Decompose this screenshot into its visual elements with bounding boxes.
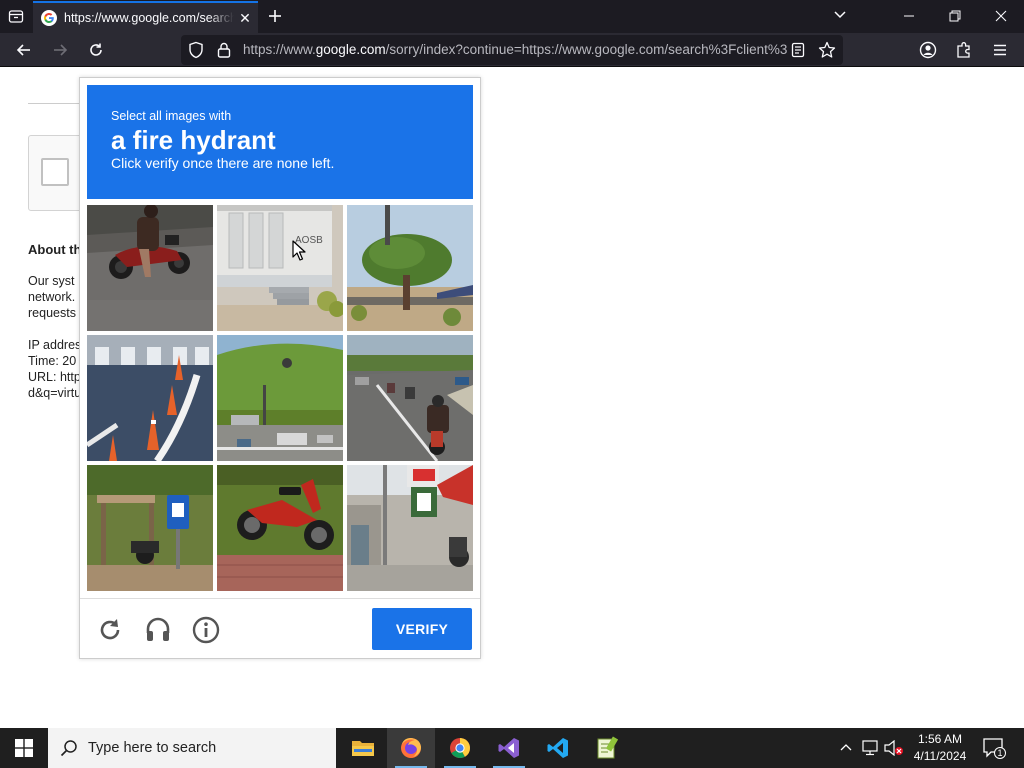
clock-time: 1:56 AM	[917, 732, 963, 746]
image-tile[interactable]	[347, 335, 473, 461]
search-placeholder: Type here to search	[88, 740, 217, 756]
chevron-down-icon	[834, 11, 846, 19]
file-explorer-taskbar-button[interactable]	[339, 728, 387, 768]
image-grid: AOSB	[87, 205, 473, 591]
arrow-right-icon	[54, 44, 68, 56]
challenge-footer: VERIFY	[80, 598, 480, 658]
tab-title: https://www.google.com/search?client=fir…	[64, 11, 234, 25]
visual-studio-taskbar-button[interactable]	[485, 728, 533, 768]
chrome-icon	[450, 738, 471, 759]
notepad-plus-plus-taskbar-button[interactable]	[583, 728, 631, 768]
chrome-taskbar-button[interactable]	[436, 728, 484, 768]
image-tile[interactable]	[347, 205, 473, 331]
browser-tab-bar: https://www.google.com/search?client=fir…	[0, 0, 1024, 33]
network-icon[interactable]	[860, 738, 880, 758]
image-tile[interactable]: AOSB	[217, 205, 343, 331]
image-tile[interactable]	[87, 465, 213, 591]
address-bar[interactable]: https://www.google.com/sorry/index?conti…	[181, 35, 843, 65]
instruction-sub: Click verify once there are none left.	[111, 155, 335, 171]
verify-button[interactable]: VERIFY	[372, 608, 472, 650]
tab-list-icon	[8, 10, 24, 23]
volume-muted-icon[interactable]	[884, 738, 904, 758]
recaptcha-challenge-dialog: Select all images with a fire hydrant Cl…	[79, 77, 481, 659]
new-tab-button[interactable]	[264, 5, 286, 27]
start-button[interactable]	[0, 728, 48, 768]
arrow-left-icon	[16, 44, 30, 56]
active-tab[interactable]: https://www.google.com/search?client=fir…	[33, 1, 258, 33]
tab-list-button[interactable]	[4, 4, 28, 28]
vscode-taskbar-button[interactable]	[534, 728, 582, 768]
navigation-toolbar: https://www.google.com/sorry/index?conti…	[0, 33, 1024, 67]
visual-studio-icon	[498, 738, 519, 758]
about-heading: About th	[28, 242, 82, 257]
lock-icon[interactable]	[217, 41, 231, 64]
extensions-button[interactable]	[951, 37, 977, 63]
clock-date: 4/11/2024	[913, 749, 967, 763]
url-text[interactable]: https://www.google.com/sorry/index?conti…	[243, 42, 788, 57]
reload-challenge-icon[interactable]	[95, 615, 125, 645]
windows-logo-icon	[15, 739, 33, 757]
list-all-tabs-button[interactable]	[832, 6, 850, 26]
info-line: Time: 20	[28, 354, 77, 368]
image-tile[interactable]	[87, 335, 213, 461]
search-icon	[60, 740, 77, 757]
action-center-button[interactable]: 1	[982, 738, 1006, 759]
firefox-icon	[401, 738, 421, 758]
tracking-protection-shield-icon[interactable]	[188, 41, 204, 64]
info-line: URL: http	[28, 370, 81, 384]
about-para-line: requests	[28, 306, 76, 320]
plus-icon	[269, 10, 281, 22]
back-button[interactable]	[11, 37, 37, 63]
reader-view-icon[interactable]	[790, 42, 806, 63]
info-help-icon[interactable]	[191, 615, 221, 645]
puzzle-icon	[957, 42, 970, 58]
notification-count-badge: 1	[994, 747, 1006, 759]
vscode-icon	[547, 738, 568, 758]
recaptcha-checkbox[interactable]	[41, 158, 69, 186]
clock[interactable]: 1:56 AM 4/11/2024	[906, 731, 974, 765]
about-para-line: Our syst	[28, 274, 75, 288]
close-icon	[995, 10, 1007, 22]
taskbar-search-box[interactable]: Type here to search	[48, 728, 336, 768]
google-favicon-icon	[41, 10, 57, 26]
forward-button[interactable]	[47, 37, 73, 63]
firefox-taskbar-button[interactable]	[387, 728, 435, 768]
account-button[interactable]	[915, 37, 941, 63]
audio-challenge-headphones-icon[interactable]	[143, 615, 173, 645]
image-tile[interactable]	[347, 465, 473, 591]
hamburger-menu-icon	[994, 44, 1006, 56]
image-tile[interactable]	[87, 205, 213, 331]
restore-button[interactable]	[932, 0, 978, 32]
info-line: IP addres	[28, 338, 82, 352]
reload-icon	[90, 43, 102, 56]
minimize-icon	[904, 15, 914, 17]
tab-close-icon[interactable]: ✕	[238, 10, 252, 27]
mouse-cursor-icon	[292, 240, 306, 261]
show-hidden-icons-chevron-up-icon[interactable]	[836, 738, 856, 758]
reload-button[interactable]	[83, 37, 109, 63]
windows-taskbar: Type here to search 1:56 AM 4/11/2024 1	[0, 728, 1024, 768]
folder-icon	[352, 741, 374, 756]
about-para-line: network.	[28, 290, 76, 304]
instruction-small: Select all images with	[111, 109, 232, 123]
notepad-icon	[597, 736, 619, 759]
minimize-button[interactable]	[886, 0, 932, 32]
image-tile[interactable]	[217, 335, 343, 461]
challenge-target: a fire hydrant	[111, 125, 276, 155]
image-tile[interactable]	[217, 465, 343, 591]
close-window-button[interactable]	[978, 0, 1024, 32]
account-icon	[919, 41, 937, 59]
app-menu-button[interactable]	[987, 37, 1013, 63]
bookmark-star-icon[interactable]	[818, 41, 836, 64]
challenge-header: Select all images with a fire hydrant Cl…	[87, 85, 473, 199]
info-line: d&q=virtu	[28, 386, 82, 400]
restore-icon	[949, 10, 961, 22]
